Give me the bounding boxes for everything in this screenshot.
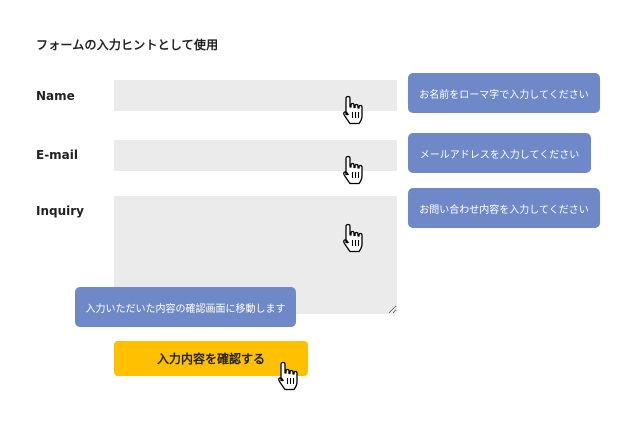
- hand-pointer-icon: [342, 155, 364, 185]
- hand-pointer-icon: [277, 361, 299, 391]
- hand-pointer-icon: [342, 223, 364, 253]
- name-tooltip: お名前をローマ字で入力してください: [408, 73, 600, 113]
- email-label: E-mail: [36, 148, 79, 162]
- name-label: Name: [36, 89, 75, 103]
- email-tooltip: メールアドレスを入力してください: [408, 133, 591, 173]
- submit-button-label: 入力内容を確認する: [156, 352, 265, 366]
- inquiry-label: Inquiry: [36, 204, 84, 218]
- hand-pointer-icon: [342, 95, 364, 125]
- submit-tooltip: 入力いただいた内容の確認画面に移動します: [75, 287, 296, 327]
- page-title: フォームの入力ヒントとして使用: [36, 38, 219, 52]
- inquiry-tooltip: お問い合わせ内容を入力してください: [408, 188, 600, 228]
